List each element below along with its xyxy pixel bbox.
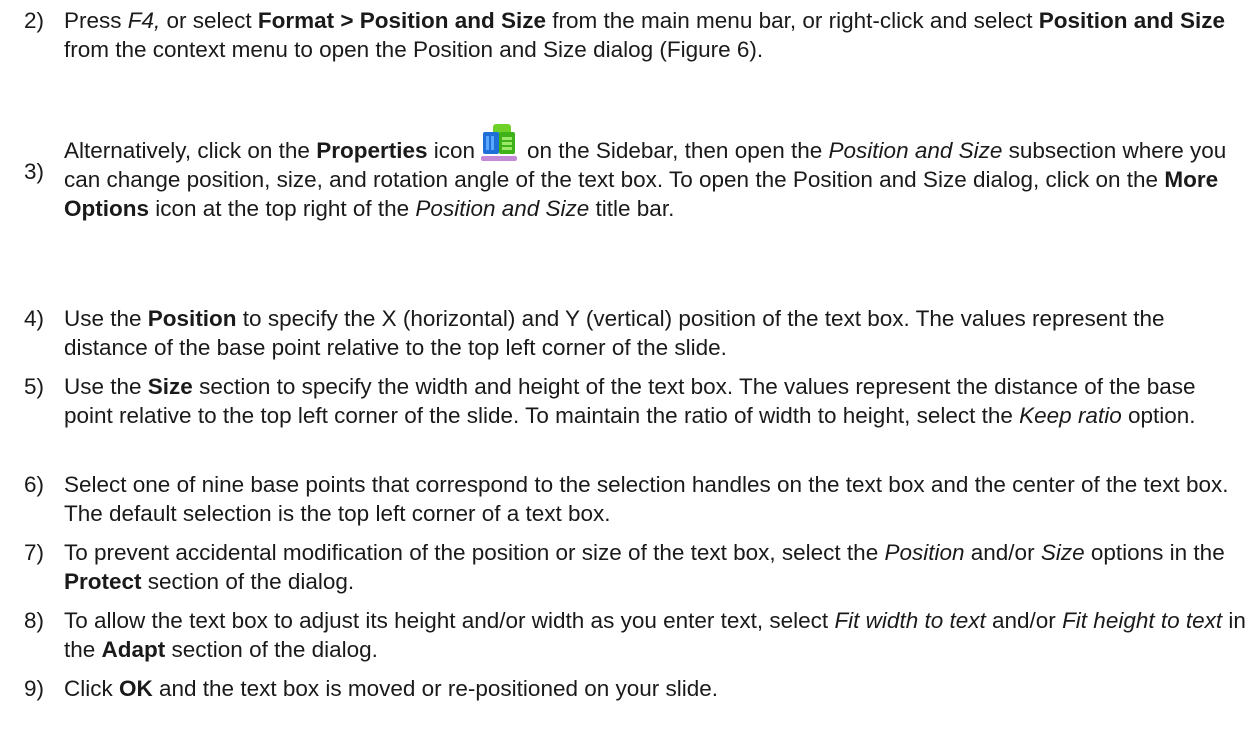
text-run: on the Sidebar, then open the: [527, 138, 829, 163]
step-4: 4) Use the Position to specify the X (ho…: [24, 304, 1249, 362]
option-fit-height-to-text: Fit height to text: [1062, 608, 1223, 633]
subsection-position-size: Position and Size: [415, 196, 590, 221]
text-run: options in the: [1084, 540, 1225, 565]
step-number: 7): [24, 540, 45, 565]
step-2: 2) Press F4, or select Format > Position…: [24, 6, 1249, 64]
step-number: 5): [24, 374, 45, 399]
text-run: Select one of nine base points that corr…: [64, 472, 1229, 526]
step-7: 7) To prevent accidental modification of…: [24, 538, 1249, 596]
subsection-position-size: Position and Size: [828, 138, 1003, 163]
option-position: Position: [884, 540, 965, 565]
step-number: 4): [24, 306, 45, 331]
text-run: from the main menu bar, or right-click a…: [546, 8, 1039, 33]
text-run: Use the: [64, 374, 148, 399]
text-run: from the context menu to open the Positi…: [64, 37, 764, 62]
text-run: Click: [64, 676, 119, 701]
step-text: Press F4, or select Format > Position an…: [64, 6, 1249, 64]
step-text: Alternatively, click on the Properties i…: [64, 122, 1249, 223]
text-run: and the text box is moved or re-position…: [152, 676, 719, 701]
option-keep-ratio: Keep ratio: [1019, 403, 1122, 428]
text-run: icon at the top right of the: [149, 196, 416, 221]
text-run: or select: [160, 8, 258, 33]
text-run: and/or: [985, 608, 1063, 633]
step-number: 3): [24, 159, 45, 184]
step-text: To prevent accidental modification of th…: [64, 538, 1249, 596]
text-run: title bar.: [589, 196, 675, 221]
text-run: section of the dialog.: [141, 569, 355, 594]
step-number: 6): [24, 472, 45, 497]
ui-term-properties: Properties: [316, 138, 428, 163]
step-number: 2): [24, 8, 45, 33]
properties-icon: [481, 122, 519, 164]
step-number: 9): [24, 676, 45, 701]
step-text: To allow the text box to adjust its heig…: [64, 606, 1249, 664]
option-size: Size: [1040, 540, 1085, 565]
text-run: icon: [427, 138, 476, 163]
step-text: Select one of nine base points that corr…: [64, 470, 1249, 528]
text-run: Alternatively, click on the: [64, 138, 317, 163]
step-text: Click OK and the text box is moved or re…: [64, 674, 1249, 703]
menu-path-format-position-size: Format > Position and Size: [257, 8, 546, 33]
document-page: 2) Press F4, or select Format > Position…: [0, 0, 1256, 738]
step-text: Use the Position to specify the X (horiz…: [64, 304, 1249, 362]
step-9: 9) Click OK and the text box is moved or…: [24, 674, 1249, 703]
text-run: Use the: [64, 306, 148, 331]
context-menu-position-size: Position and Size: [1038, 8, 1225, 33]
ui-term-position: Position: [147, 306, 237, 331]
option-fit-width-to-text: Fit width to text: [834, 608, 986, 633]
step-8: 8) To allow the text box to adjust its h…: [24, 606, 1249, 664]
step-number: 8): [24, 608, 45, 633]
key-f4: F4,: [127, 8, 161, 33]
text-run: To prevent accidental modification of th…: [64, 540, 885, 565]
step-text: Use the Size section to specify the widt…: [64, 372, 1249, 430]
ui-term-adapt: Adapt: [101, 637, 166, 662]
text-run: Press: [64, 8, 128, 33]
step-5: 5) Use the Size section to specify the w…: [24, 372, 1249, 430]
step-3: 3) Alternatively, click on the Propertie…: [24, 122, 1249, 223]
text-run: option.: [1121, 403, 1196, 428]
ui-term-size: Size: [147, 374, 193, 399]
ui-term-protect: Protect: [64, 569, 142, 594]
text-run: To allow the text box to adjust its heig…: [64, 608, 835, 633]
text-run: and/or: [964, 540, 1041, 565]
ui-term-ok: OK: [119, 676, 153, 701]
text-run: section of the dialog.: [165, 637, 378, 662]
step-6: 6) Select one of nine base points that c…: [24, 470, 1249, 528]
